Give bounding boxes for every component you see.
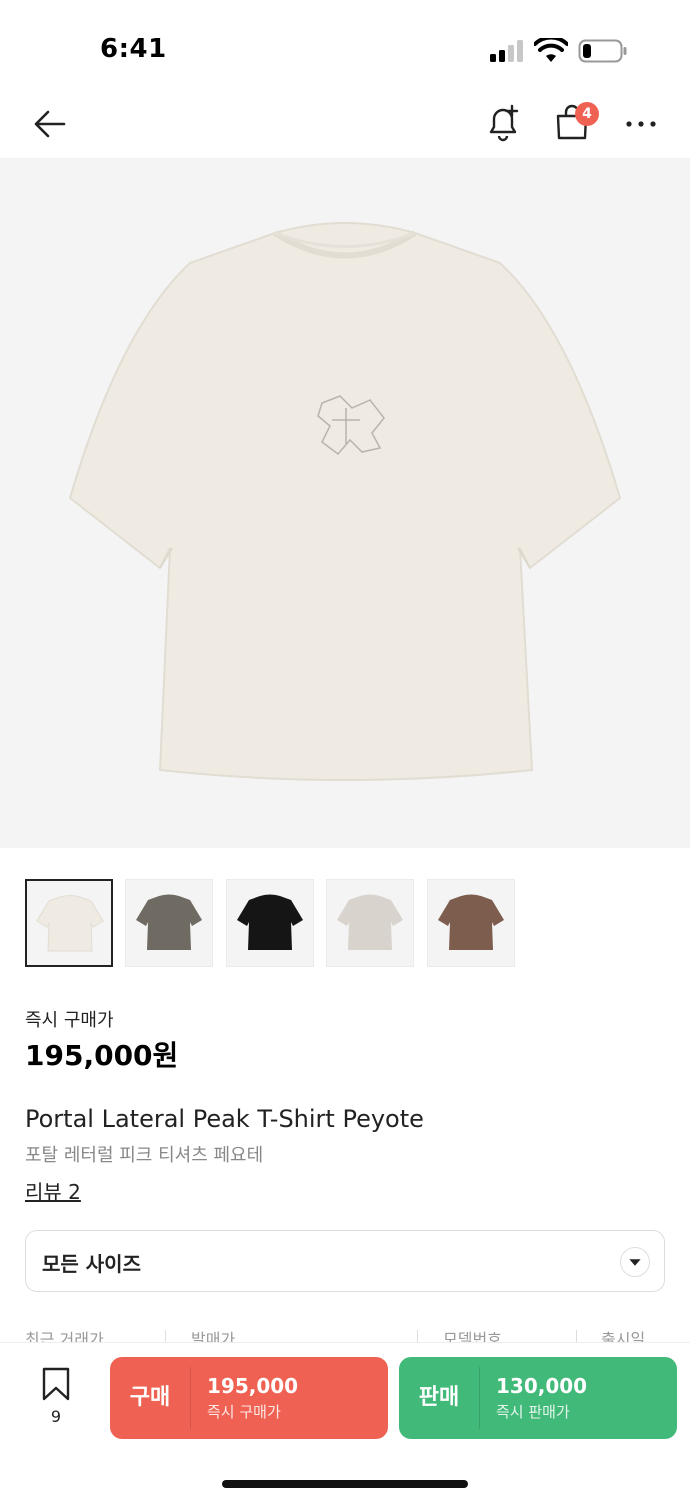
bookmark-icon	[42, 1367, 70, 1401]
buy-amount: 195,000	[207, 1374, 299, 1398]
divider	[165, 1330, 166, 1342]
product-name-en: Portal Lateral Peak T-Shirt Peyote	[25, 1105, 424, 1133]
release-date-header: 출시일	[601, 1330, 646, 1342]
product-image[interactable]	[0, 158, 690, 848]
thumbnail-2[interactable]	[125, 879, 213, 967]
tshirt-thumb-icon	[337, 894, 403, 950]
sell-button[interactable]: 판매 130,000 즉시 판매가	[399, 1357, 677, 1439]
color-thumbnails	[25, 879, 665, 967]
cart-count-badge: 4	[575, 102, 599, 126]
wishlist-count: 9	[50, 1407, 62, 1426]
status-bar: 6:41	[0, 0, 690, 90]
divider	[479, 1367, 480, 1429]
tshirt-thumb-icon	[237, 894, 303, 950]
back-arrow-icon[interactable]	[30, 104, 70, 144]
model-no-header: 모델번호	[443, 1330, 502, 1342]
sell-label: 판매	[418, 1385, 460, 1410]
more-icon[interactable]	[622, 110, 660, 138]
thumbnail-4[interactable]	[326, 879, 414, 967]
tshirt-thumb-icon	[136, 894, 202, 950]
sell-sub-label: 즉시 판매가	[496, 1403, 570, 1421]
status-time: 6:41	[100, 34, 167, 64]
battery-icon	[578, 39, 627, 63]
divider	[190, 1367, 191, 1429]
thumbnail-3[interactable]	[226, 879, 314, 967]
wifi-icon	[534, 38, 568, 62]
divider	[576, 1330, 577, 1342]
product-name-ko: 포탈 레터럴 피크 티셔츠 페요테	[25, 1145, 264, 1166]
wishlist-button[interactable]: 9	[36, 1367, 76, 1427]
home-indicator	[222, 1480, 468, 1488]
size-select-label: 모든 사이즈	[42, 1252, 141, 1276]
top-nav: 4	[0, 92, 690, 156]
thumbnail-5[interactable]	[427, 879, 515, 967]
tshirt-illustration	[68, 222, 622, 781]
buy-label: 구매	[129, 1385, 171, 1410]
signal-icon	[490, 40, 523, 62]
buy-sub-label: 즉시 구매가	[207, 1403, 281, 1421]
bell-plus-icon[interactable]	[482, 102, 524, 144]
tshirt-thumb-icon	[36, 895, 104, 952]
chevron-down-icon	[620, 1247, 650, 1277]
thumbnail-1[interactable]	[25, 879, 113, 967]
sell-amount: 130,000	[496, 1374, 588, 1398]
size-select[interactable]: 모든 사이즈	[25, 1230, 665, 1292]
info-table-header: 최근 거래가 발매가 모델번호 출시일	[25, 1326, 665, 1342]
tshirt-thumb-icon	[438, 894, 504, 950]
release-price-header: 발매가	[191, 1330, 236, 1342]
recent-price-header: 최근 거래가	[25, 1330, 104, 1342]
price-label: 즉시 구매가	[25, 1010, 114, 1031]
review-link[interactable]: 리뷰 2	[25, 1176, 81, 1205]
divider	[417, 1330, 418, 1342]
bottom-action-bar: 9 구매 195,000 즉시 구매가 판매 130,000 즉시 판매가	[0, 1342, 690, 1500]
buy-button[interactable]: 구매 195,000 즉시 구매가	[110, 1357, 388, 1439]
price-value: 195,000원	[25, 1039, 179, 1072]
